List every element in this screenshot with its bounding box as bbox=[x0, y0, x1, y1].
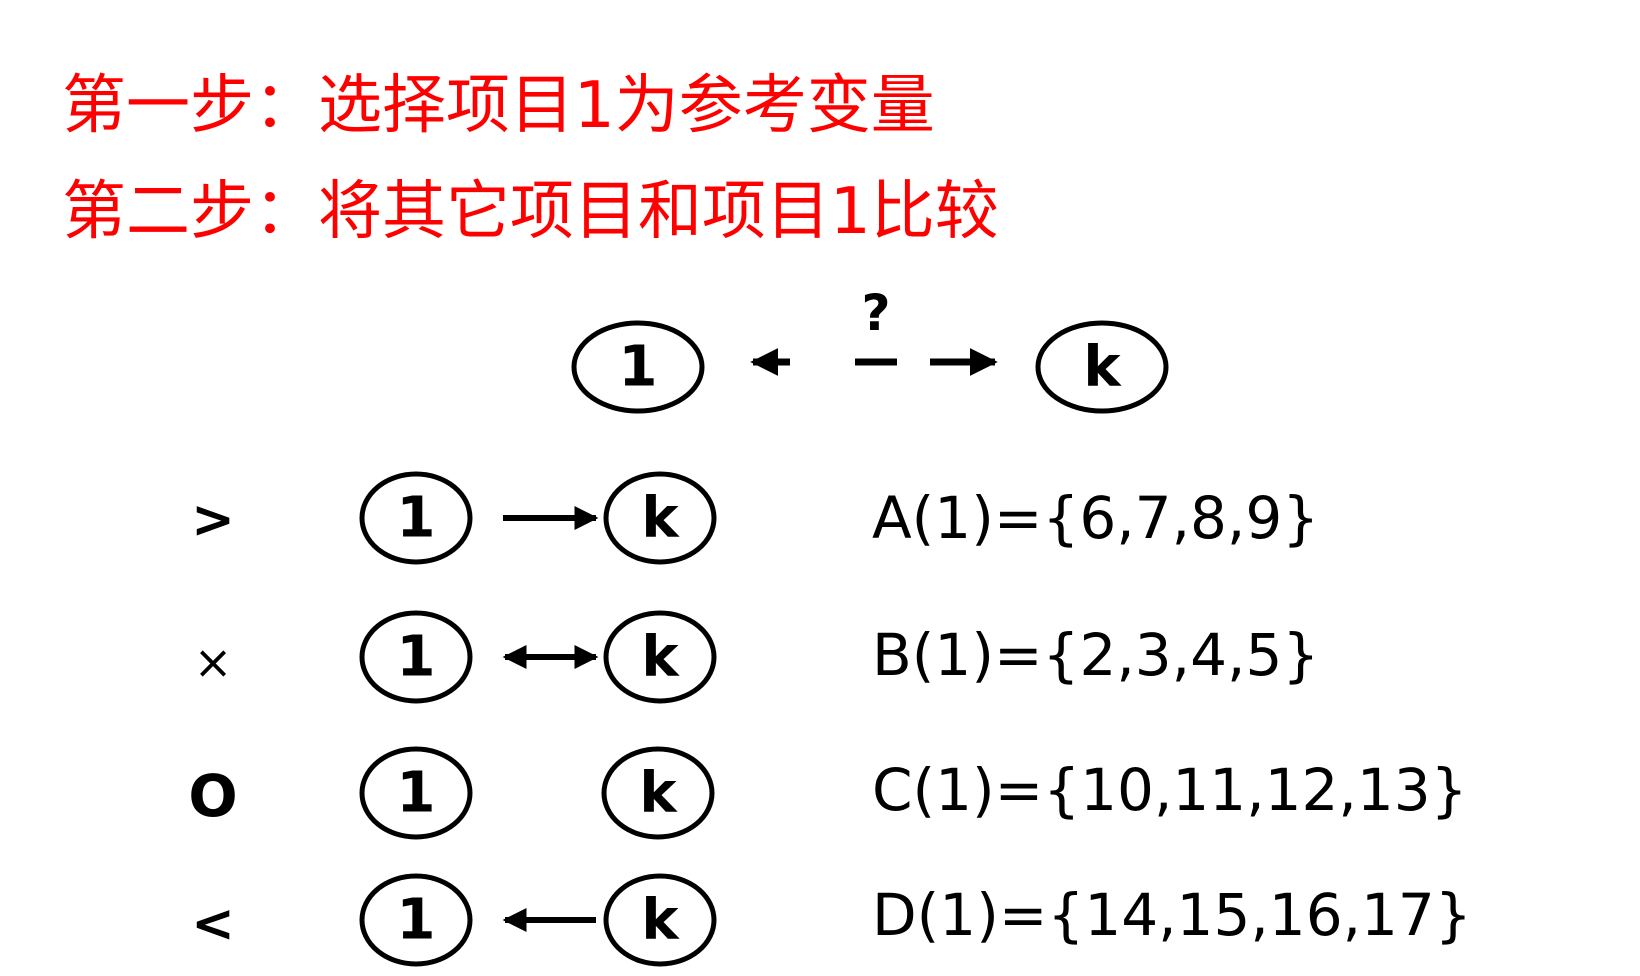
row-node-1-label: 1 bbox=[397, 625, 436, 690]
relation-row-greater: > 1 k A(1)={6,7,8,9} bbox=[191, 471, 1319, 565]
header-node-k-label: k bbox=[1083, 335, 1122, 400]
relation-symbol: × bbox=[194, 635, 233, 689]
set-c-text: C(1)={10,11,12,13} bbox=[872, 756, 1468, 824]
row-node-k-label: k bbox=[641, 888, 680, 953]
relation-symbol: O bbox=[188, 762, 237, 830]
header-comparison: 1 ? k bbox=[571, 284, 1169, 414]
set-d-text: D(1)={14,15,16,17} bbox=[872, 881, 1472, 949]
row-node-1-label: 1 bbox=[397, 761, 436, 826]
relation-row-none: O 1 k C(1)={10,11,12,13} bbox=[188, 746, 1468, 840]
set-b-text: B(1)={2,3,4,5} bbox=[872, 621, 1319, 689]
row-node-1-label: 1 bbox=[397, 486, 436, 551]
header-node-1-label: 1 bbox=[619, 335, 658, 400]
question-mark: ? bbox=[861, 284, 890, 342]
row-node-k-label: k bbox=[641, 625, 680, 690]
comparison-diagram: k --> 1 ? k > 1 k A(1)={6,7,8,9} × 1 bbox=[188, 284, 1472, 967]
slide: 第一步：选择项目1为参考变量 第二步：将其它项目和项目1比较 k --> 1 ?… bbox=[0, 0, 1640, 976]
relation-row-cross: × 1 k B(1)={2,3,4,5} bbox=[194, 610, 1319, 704]
relation-row-less: < 1 k D(1)={14,15,16,17} bbox=[191, 873, 1472, 967]
row-node-k-label: k bbox=[641, 486, 680, 551]
row-node-k-label: k bbox=[639, 761, 678, 826]
relation-symbol: < bbox=[191, 894, 235, 954]
set-a-text: A(1)={6,7,8,9} bbox=[872, 484, 1319, 552]
row-node-1-label: 1 bbox=[397, 888, 436, 953]
relation-symbol: > bbox=[191, 490, 235, 550]
